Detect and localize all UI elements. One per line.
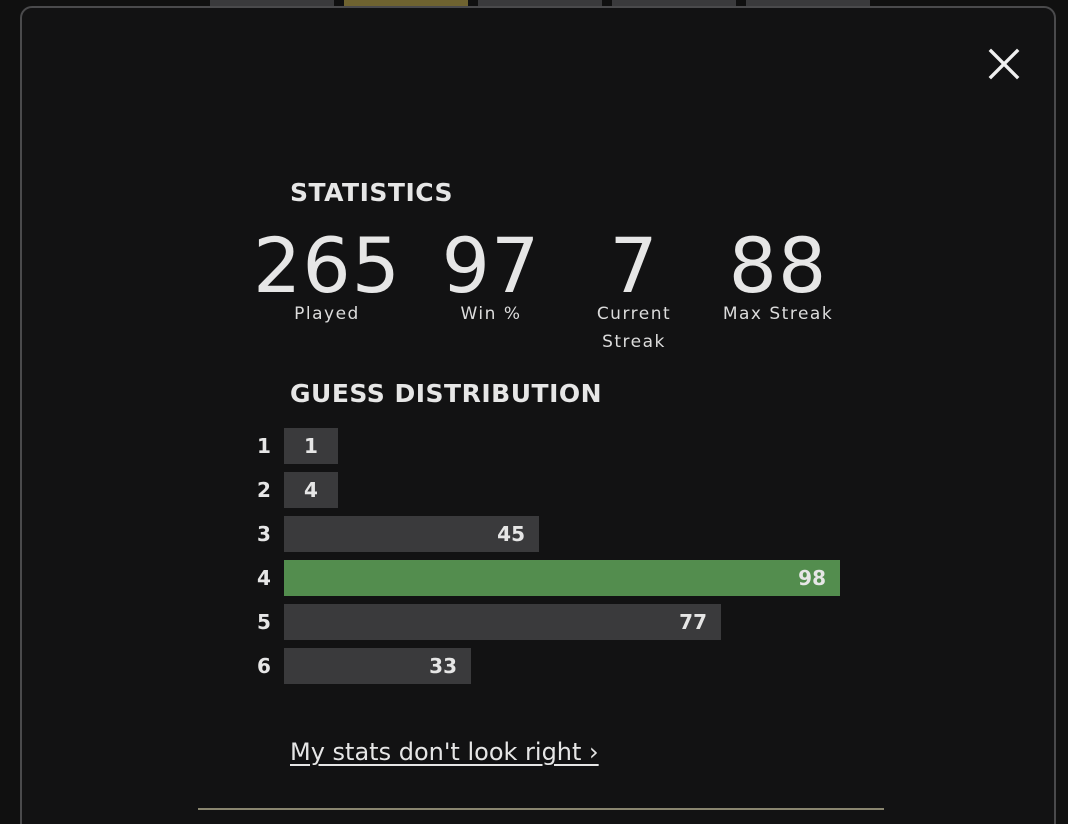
stat-value: 88 — [728, 221, 828, 310]
distribution-bar: 45 — [284, 516, 539, 552]
bar-count: 77 — [679, 610, 707, 634]
distribution-row: 6 33 — [252, 648, 852, 684]
guess-number: 2 — [257, 478, 271, 502]
bar-count: 1 — [304, 434, 318, 458]
bar-count: 4 — [304, 478, 318, 502]
app-root: STATISTICS 265 Played 97 Win % 7 Current… — [0, 0, 1068, 824]
guess-number: 4 — [257, 566, 271, 590]
distribution-row: 5 77 — [252, 604, 852, 640]
distribution-row: 1 1 — [252, 428, 852, 464]
stat-win-percent: 97 Win % — [426, 226, 556, 328]
guess-number: 6 — [257, 654, 271, 678]
guess-distribution-heading: GUESS DISTRIBUTION — [290, 379, 603, 408]
divider — [198, 808, 884, 810]
stat-played: 265 Played — [242, 226, 412, 328]
stat-value: 265 — [252, 221, 402, 310]
guess-number: 1 — [257, 434, 271, 458]
bar-count: 45 — [497, 522, 525, 546]
distribution-row: 2 4 — [252, 472, 852, 508]
stats-help-link[interactable]: My stats don't look right › — [290, 738, 599, 766]
stat-max-streak: 88 Max Streak — [706, 226, 850, 328]
stat-label: Max Streak — [722, 304, 834, 324]
close-icon — [988, 48, 1020, 80]
stat-value: 97 — [441, 221, 541, 310]
distribution-row: 3 45 — [252, 516, 852, 552]
bar-count: 33 — [429, 654, 457, 678]
stat-current-streak: 7 Current Streak — [576, 226, 692, 356]
distribution-bar: 1 — [284, 428, 338, 464]
distribution-row: 4 98 — [252, 560, 852, 596]
close-button[interactable] — [986, 46, 1022, 82]
distribution-bar: 98 — [284, 560, 840, 596]
stat-value: 7 — [609, 221, 659, 310]
distribution-bar: 33 — [284, 648, 471, 684]
guess-number: 5 — [257, 610, 271, 634]
stat-label: Current Streak — [596, 304, 672, 352]
bar-count: 98 — [798, 566, 826, 590]
distribution-bar: 77 — [284, 604, 721, 640]
guess-number: 3 — [257, 522, 271, 546]
statistics-modal: STATISTICS 265 Played 97 Win % 7 Current… — [20, 6, 1056, 824]
distribution-bar: 4 — [284, 472, 338, 508]
statistics-heading: STATISTICS — [290, 178, 454, 207]
